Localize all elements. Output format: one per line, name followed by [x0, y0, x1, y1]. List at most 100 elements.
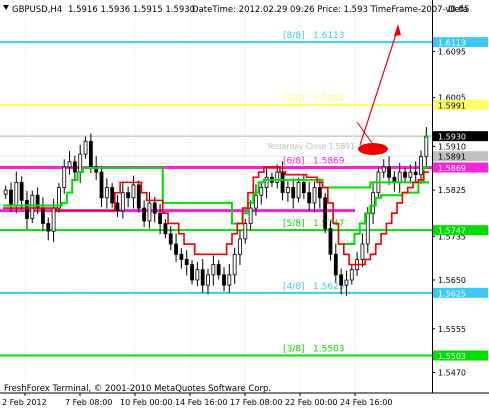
candle-body	[285, 187, 290, 194]
y-tick-label: 1.6095	[438, 47, 466, 56]
candle-body	[344, 279, 349, 286]
candle-body	[222, 274, 226, 286]
murrey-level-value: 1.5747	[313, 219, 345, 229]
candle-body	[333, 253, 338, 276]
candle-body	[254, 194, 258, 209]
candle-body	[179, 253, 184, 260]
candle-body	[14, 181, 19, 206]
candle-body	[360, 243, 365, 260]
murrey-level-value: 1.5991	[313, 94, 345, 104]
murrey-level-value: 1.5869	[313, 156, 345, 166]
murrey-level-name: [3/8]	[283, 345, 305, 355]
candle-body	[259, 187, 264, 196]
separator-dots: ::::	[185, 8, 192, 14]
candle-body	[158, 212, 162, 224]
x-tick-label: 17 Feb 08:00	[230, 398, 282, 407]
x-tick-label: 10 Feb 00:00	[120, 398, 172, 407]
candle-body	[365, 212, 370, 245]
candle-body	[232, 253, 237, 276]
candle-body	[88, 140, 93, 168]
candle-body	[243, 223, 248, 240]
candle-body	[174, 243, 178, 255]
x-tick-label: 14 Feb 16:00	[175, 398, 227, 407]
chart-background	[0, 0, 489, 411]
x-tick-label: 7 Feb 08:00	[65, 398, 112, 407]
candle-body	[419, 156, 423, 176]
candle-body	[131, 184, 136, 199]
candle-body	[301, 181, 306, 194]
murrey-level-value: 1.6113	[313, 31, 345, 41]
candle-body	[120, 192, 125, 212]
candle-body	[110, 187, 115, 204]
candle-body	[19, 181, 24, 201]
y-tick-label: 1.5470	[438, 368, 466, 377]
candle-body	[9, 189, 13, 206]
price-tag-label: 1.5869	[438, 164, 466, 173]
candle-body	[381, 166, 386, 173]
candle-body	[25, 199, 29, 219]
indicator-info-cut: Defa	[448, 5, 468, 15]
y-tick-label: 1.5825	[438, 186, 466, 195]
y-tick-label: 1.5910	[438, 142, 466, 151]
x-tick-label: 22 Feb 00:00	[285, 398, 337, 407]
candle-body	[238, 238, 242, 255]
candle-body	[83, 140, 88, 155]
last-price-marker	[425, 135, 429, 139]
yesterday-close-label: Yesterday Close 1.5891	[266, 142, 355, 151]
candle-body	[339, 274, 344, 286]
candle-body	[115, 202, 120, 212]
candle-body	[142, 207, 147, 222]
candle-body	[200, 269, 205, 286]
candle-body	[264, 176, 269, 188]
candle-body	[99, 171, 104, 199]
price-tag-label: 1.5891	[438, 153, 466, 162]
candle-body	[291, 187, 296, 199]
copyright-label: FreshForex Terminal, © 2001-2010 MetaQuo…	[4, 384, 271, 394]
murrey-level-value: 1.5503	[313, 345, 345, 355]
candle-body	[152, 202, 157, 214]
price-chart[interactable]: [8/8] 1.6113 [7/8] 1.5991 [6/8] 1.5869 [5/8] 1.…	[0, 0, 489, 411]
candle-body	[184, 259, 189, 265]
target-ellipse	[358, 143, 388, 155]
separator-dots-2: ::	[436, 7, 440, 14]
candle-body	[296, 181, 301, 199]
candle-body	[216, 264, 221, 276]
candle-body	[163, 223, 168, 235]
murrey-level-name: [7/8]	[283, 94, 305, 104]
candle-body	[168, 233, 173, 245]
candle-body	[41, 207, 45, 224]
x-tick-label: 24 Feb 16:00	[340, 398, 392, 407]
ohlc-label: 1.5916 1.5936 1.5915 1.5930	[68, 5, 195, 15]
price-tag-label: 1.5625	[438, 289, 466, 298]
candle-body	[227, 274, 232, 286]
candle-body	[275, 171, 280, 183]
x-tick-label: 2 Feb 2012	[2, 398, 47, 407]
candle-body	[67, 161, 72, 168]
murrey-level-name: [6/8]	[283, 156, 305, 166]
candle-body	[126, 192, 131, 199]
candle-body	[190, 264, 194, 281]
candle-body	[136, 184, 141, 209]
candle-body	[408, 171, 413, 178]
price-tag-label: 1.5747	[438, 227, 466, 236]
chart-window[interactable]: [8/8] 1.6113 [7/8] 1.5991 [6/8] 1.5869 [5/8] 1.…	[0, 0, 489, 411]
murrey-level-name: [8/8]	[283, 31, 305, 41]
candle-body	[51, 207, 56, 232]
candle-body	[387, 166, 391, 178]
candle-body	[46, 223, 51, 232]
candle-body	[424, 135, 429, 158]
candle-body	[62, 166, 67, 188]
indicator-info: DateTime: 2012.02.29 09:26 Price: 1.593 …	[192, 5, 469, 15]
candle-body	[248, 207, 253, 224]
candle-body	[403, 171, 407, 178]
candle-body	[349, 269, 354, 281]
candle-body	[206, 274, 210, 286]
candle-body	[104, 187, 109, 199]
murrey-level-name: [4/8]	[283, 282, 305, 292]
candle-body	[30, 194, 35, 219]
candle-body	[328, 228, 333, 255]
candle-body	[307, 192, 312, 204]
y-tick-label: 1.5555	[438, 325, 466, 334]
candle-body	[78, 153, 83, 173]
price-tag-label: 1.5991	[438, 101, 466, 110]
